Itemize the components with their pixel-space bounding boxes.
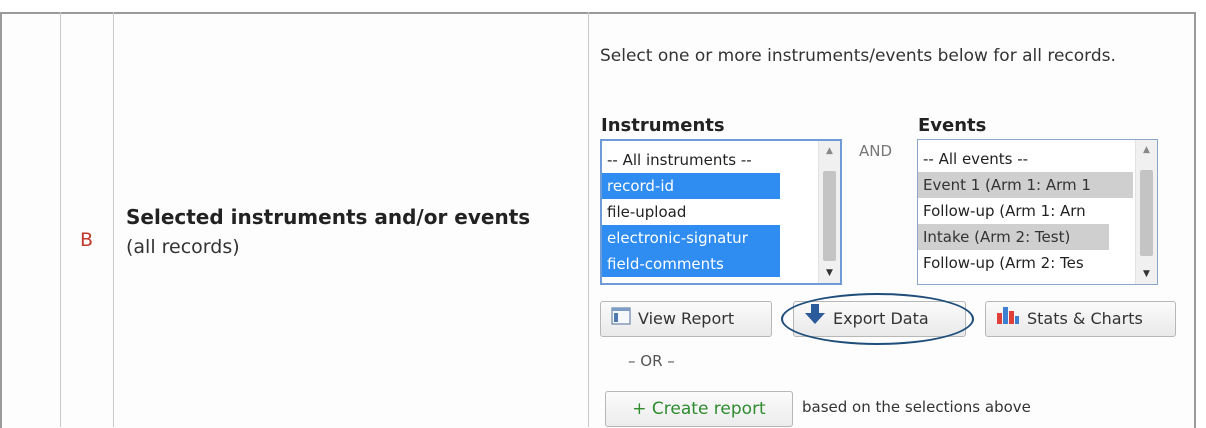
events-heading: Events — [918, 115, 987, 136]
export-data-label: Export Data — [833, 309, 929, 328]
scroll-down-icon[interactable]: ▼ — [819, 263, 840, 283]
scroll-down-icon[interactable]: ▼ — [1136, 264, 1157, 284]
report-icon — [611, 303, 631, 337]
stats-charts-button[interactable]: Stats & Charts — [985, 301, 1176, 337]
list-item[interactable]: Intake (Arm 2: Test) — [918, 224, 1109, 250]
row-title: Selected instruments and/or events — [126, 205, 531, 229]
events-scrollbar[interactable]: ▲ ▼ — [1135, 140, 1157, 284]
scroll-thumb[interactable] — [823, 171, 836, 261]
instruments-scrollbar[interactable]: ▲ ▼ — [818, 141, 840, 283]
scroll-thumb[interactable] — [1140, 170, 1153, 256]
instructions-text: Select one or more instruments/events be… — [600, 46, 1116, 66]
list-item[interactable]: electronic-signatur — [602, 225, 780, 251]
instruments-heading: Instruments — [601, 115, 725, 136]
list-item[interactable]: -- All instruments -- — [602, 147, 840, 173]
create-report-hint: based on the selections above — [802, 398, 1031, 416]
bar-chart-icon — [996, 303, 1020, 337]
instruments-listbox[interactable]: -- All instruments -- record-id file-upl… — [600, 139, 842, 285]
list-item[interactable]: Follow-up (Arm 2: Tes — [918, 250, 1157, 276]
list-item[interactable]: Follow-up (Arm 1: Arn — [918, 198, 1157, 224]
column-divider — [588, 12, 589, 427]
list-item[interactable]: file-upload — [602, 199, 840, 225]
download-arrow-icon — [804, 303, 826, 337]
scroll-up-icon[interactable]: ▲ — [1136, 140, 1157, 160]
column-divider — [113, 12, 114, 427]
row-letter: B — [80, 229, 94, 251]
view-report-button[interactable]: View Report — [600, 301, 772, 337]
export-data-button[interactable]: Export Data — [793, 301, 966, 337]
list-item[interactable]: field-comments — [602, 251, 780, 277]
and-label: AND — [859, 142, 893, 160]
events-listbox[interactable]: -- All events -- Event 1 (Arm 1: Arm 1 F… — [917, 139, 1158, 285]
or-separator: – OR – — [628, 352, 675, 370]
view-report-label: View Report — [638, 309, 735, 328]
row-subtitle: (all records) — [126, 236, 240, 258]
list-item[interactable]: Event 1 (Arm 1: Arm 1 — [918, 172, 1133, 198]
list-item[interactable]: -- All events -- — [918, 146, 1157, 172]
scroll-up-icon[interactable]: ▲ — [819, 141, 840, 161]
list-item[interactable]: record-id — [602, 173, 780, 199]
stats-charts-label: Stats & Charts — [1027, 309, 1143, 328]
create-report-button[interactable]: + Create report — [605, 391, 793, 427]
column-divider — [60, 12, 61, 427]
